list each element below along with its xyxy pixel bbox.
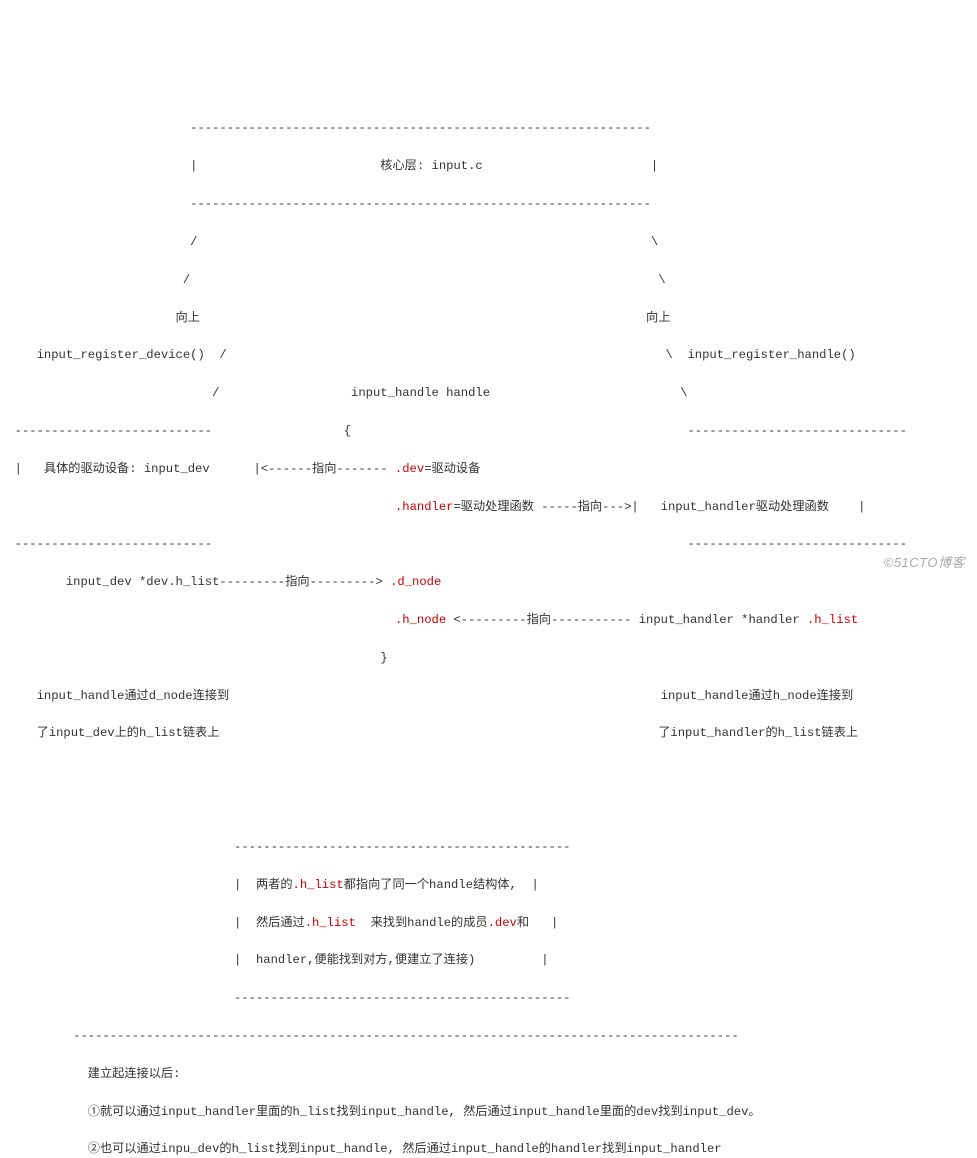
field-handler: .handler — [395, 500, 454, 514]
watermark: ©51CTO博客 — [884, 553, 965, 573]
handle-struct-close: } — [0, 651, 388, 665]
handle-struct-open: / input_handle handle \ — [0, 386, 688, 400]
note-left-right-2: 了input_dev上的h_list链表上 了input_handler的h_l… — [0, 726, 858, 740]
conclusion-title: 建立起连接以后: — [0, 1067, 180, 1081]
line: --------------------------- { ----------… — [0, 424, 907, 438]
field-d-node: .d_node — [390, 575, 441, 589]
dev-row: | 具体的驱动设备: input_dev |<------指向------- .… — [0, 462, 480, 476]
line: --------------------------- ------------… — [0, 537, 907, 551]
line: / \ — [0, 273, 666, 287]
field-h-node: .h_node — [395, 613, 446, 627]
diagram-canvas: ----------------------------------------… — [0, 95, 977, 1158]
summary-box-line2: | 然后通过.h_list 来找到handle的成员.dev和 | — [0, 916, 558, 930]
line: ----------------------------------------… — [0, 121, 651, 135]
conclusion-line-1: ①就可以通过input_handler里面的h_list找到input_hand… — [0, 1105, 761, 1119]
summary-box-line3: | handler,便能找到对方,便建立了连接) | — [0, 953, 549, 967]
summary-box-line1: | 两者的.h_list都指向了同一个handle结构体, | — [0, 878, 539, 892]
handler-row: .handler=驱动处理函数 -----指向--->| input_handl… — [0, 500, 865, 514]
conclusion-line-2: ②也可以通过inpu_dev的h_list找到input_handle, 然后通… — [0, 1142, 722, 1156]
field-h-list: .h_list — [807, 613, 858, 627]
field-dev: .dev — [395, 462, 424, 476]
register-functions: input_register_device() / \ input_regist… — [0, 348, 856, 362]
hnode-row: .h_node <---------指向----------- input_ha… — [0, 613, 858, 627]
up-direction-label: 向上 向上 — [0, 311, 670, 325]
line: ----------------------------------------… — [0, 197, 651, 211]
dnode-row: input_dev *dev.h_list---------指向--------… — [0, 575, 441, 589]
line: ----------------------------------------… — [0, 840, 570, 854]
line: / \ — [0, 235, 658, 249]
line: ----------------------------------------… — [0, 991, 570, 1005]
core-layer-label: | 核心层: input.c | — [0, 159, 658, 173]
line: ----------------------------------------… — [0, 1029, 739, 1043]
note-left-right-1: input_handle通过d_node连接到 input_handle通过h_… — [0, 689, 853, 703]
